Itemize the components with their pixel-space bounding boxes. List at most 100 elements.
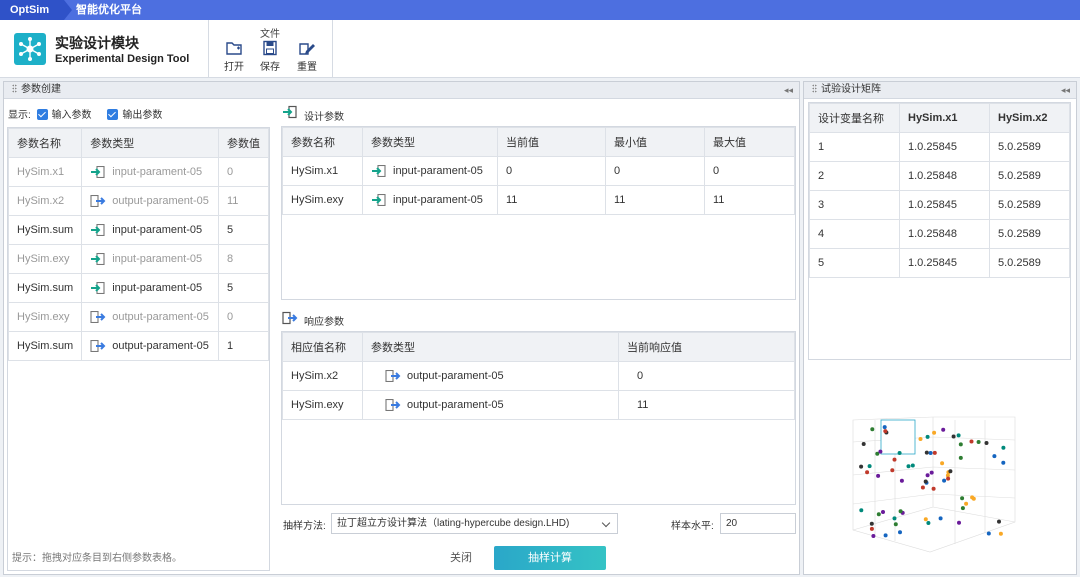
param-name: HySim.sum xyxy=(7,331,83,361)
drag-grip-icon[interactable] xyxy=(12,84,17,93)
scatter-point xyxy=(869,526,874,531)
table-row[interactable]: HySim.x1 input-parament-05 0 xyxy=(7,157,269,187)
scatter-point xyxy=(960,496,965,501)
input-param-icon xyxy=(283,105,297,119)
table-row[interactable]: 2 1.0.25848 5.0.2589 xyxy=(809,161,1070,191)
ribbon-toolbar: 实验设计模块 Experimental Design Tool 文件 打开 保存… xyxy=(0,20,1080,78)
scatter-point xyxy=(867,464,872,469)
param-value: 5 xyxy=(218,215,269,245)
chevron-down-icon xyxy=(601,518,611,528)
param-list-table: 参数名称 参数类型 参数值 HySim.x1 input-parament-05 0… xyxy=(7,128,269,361)
col-header[interactable]: 最小值 xyxy=(605,127,705,157)
param-name: HySim.x1 xyxy=(282,156,363,186)
col-header[interactable]: 参数值 xyxy=(218,128,269,158)
col-header[interactable]: HySim.x2 xyxy=(989,103,1070,133)
scatter-point xyxy=(998,531,1003,536)
sample-compute-button[interactable]: 抽样计算 xyxy=(494,546,606,570)
col-header[interactable]: 参数名称 xyxy=(282,127,363,157)
table-row[interactable]: HySim.sum input-parament-05 5 xyxy=(7,273,269,303)
table-row[interactable]: HySim.x2 output-parament-05 11 xyxy=(7,186,269,216)
table-row[interactable]: 5 1.0.25845 5.0.2589 xyxy=(809,248,1070,278)
scatter-point xyxy=(942,478,947,483)
scatter-point xyxy=(932,450,937,455)
response-name: HySim.exy xyxy=(282,390,363,420)
scatter-point xyxy=(910,463,915,468)
col-header[interactable]: 设计变量名称 xyxy=(809,103,900,133)
param-name: HySim.x1 xyxy=(7,157,83,187)
save-disk-icon xyxy=(263,40,277,56)
param-type: input-parament-05 xyxy=(81,244,219,274)
x2-value: 5.0.2589 xyxy=(989,132,1070,162)
col-header[interactable]: HySim.x1 xyxy=(899,103,990,133)
scatter-point xyxy=(890,468,895,473)
table-row[interactable]: HySim.x1 input-parament-05 0 0 0 xyxy=(282,156,795,186)
table-row[interactable]: 3 1.0.25845 5.0.2589 xyxy=(809,190,1070,220)
param-value: 0 xyxy=(218,302,269,332)
col-header[interactable]: 当前值 xyxy=(497,127,606,157)
output-param-icon xyxy=(90,340,106,353)
col-header[interactable]: 参数类型 xyxy=(362,127,498,157)
scatter-point xyxy=(924,450,929,455)
current-value[interactable]: 11 xyxy=(497,185,606,215)
x2-value: 5.0.2589 xyxy=(989,161,1070,191)
table-row[interactable]: HySim.exy output-parament-05 0 xyxy=(7,302,269,332)
file-group-label: 文件 xyxy=(260,29,280,40)
min-value[interactable]: 0 xyxy=(605,156,705,186)
col-header[interactable]: 最大值 xyxy=(704,127,795,157)
table-row[interactable]: HySim.sum input-parament-05 5 xyxy=(7,215,269,245)
current-value[interactable]: 0 xyxy=(497,156,606,186)
reset-button[interactable]: 重置 xyxy=(293,40,321,73)
scatter-point xyxy=(946,476,951,481)
sample-level-input[interactable]: 20 xyxy=(720,513,796,534)
collapse-icon[interactable]: ◂◂ xyxy=(784,82,793,98)
scatter-point xyxy=(883,533,888,538)
table-row[interactable]: 4 1.0.25848 5.0.2589 xyxy=(809,219,1070,249)
input-param-icon xyxy=(91,282,105,295)
param-list-box: 参数名称 参数类型 参数值 HySim.x1 input-parament-05 0… xyxy=(7,127,270,571)
max-value[interactable]: 0 xyxy=(704,156,795,186)
col-header[interactable]: 当前响应值 xyxy=(618,332,795,362)
col-header[interactable]: 参数类型 xyxy=(362,332,619,362)
col-header[interactable]: 参数名称 xyxy=(7,128,83,158)
scatter-point xyxy=(892,516,897,521)
data-tooltip xyxy=(880,419,916,455)
design-index: 5 xyxy=(809,248,900,278)
param-type: output-parament-05 xyxy=(362,361,619,391)
save-button[interactable]: 保存 xyxy=(256,40,284,73)
scatter-point xyxy=(958,455,963,460)
drag-grip-icon[interactable] xyxy=(812,84,817,93)
close-button[interactable]: 关闭 xyxy=(430,546,492,570)
table-row[interactable]: HySim.sum output-parament-05 1 xyxy=(7,331,269,361)
module-icon xyxy=(14,33,46,65)
scatter-point xyxy=(925,473,930,478)
open-button[interactable]: 打开 xyxy=(220,40,248,73)
table-row[interactable]: HySim.exy input-parament-05 11 11 11 xyxy=(282,185,795,215)
min-value[interactable]: 11 xyxy=(605,185,705,215)
param-type: input-parament-05 xyxy=(81,273,219,303)
max-value[interactable]: 11 xyxy=(704,185,795,215)
table-row[interactable]: HySim.exy input-parament-05 8 xyxy=(7,244,269,274)
col-header[interactable]: 相应值名称 xyxy=(282,332,363,362)
x2-value: 5.0.2589 xyxy=(989,219,1070,249)
design-matrix-box: 设计变量名称 HySim.x1 HySim.x2 1 1.0.25845 5.0.2… xyxy=(808,102,1071,360)
scatter-point xyxy=(883,429,888,434)
table-row[interactable]: HySim.x2 output-parament-05 0 xyxy=(282,361,795,391)
param-type: input-parament-05 xyxy=(81,157,219,187)
current-response-value: 11 xyxy=(618,390,795,420)
param-type: output-parament-05 xyxy=(81,186,219,216)
collapse-icon[interactable]: ◂◂ xyxy=(1061,82,1070,98)
table-row[interactable]: 1 1.0.25845 5.0.2589 xyxy=(809,132,1070,162)
sampling-method-select[interactable]: 拉丁超立方设计算法（lating-hypercube design.LHD) xyxy=(331,513,618,534)
design-params-title: 设计参数 xyxy=(304,112,344,123)
x2-value: 5.0.2589 xyxy=(989,190,1070,220)
x1-value: 1.0.25845 xyxy=(899,190,990,220)
output-params-checkbox[interactable]: 输出参数 xyxy=(107,109,162,121)
scatter-point xyxy=(970,495,975,500)
x1-value: 1.0.25845 xyxy=(899,132,990,162)
input-params-checkbox[interactable]: 输入参数 xyxy=(36,109,92,121)
col-header[interactable]: 参数类型 xyxy=(81,128,219,158)
table-row[interactable]: HySim.exy output-parament-05 11 xyxy=(282,390,795,420)
platform-name: 智能优化平台 xyxy=(76,4,142,16)
x1-value: 1.0.25848 xyxy=(899,219,990,249)
design-params-table: 参数名称 参数类型 当前值 最小值 最大值 HySim.x1 input-para… xyxy=(282,127,795,215)
